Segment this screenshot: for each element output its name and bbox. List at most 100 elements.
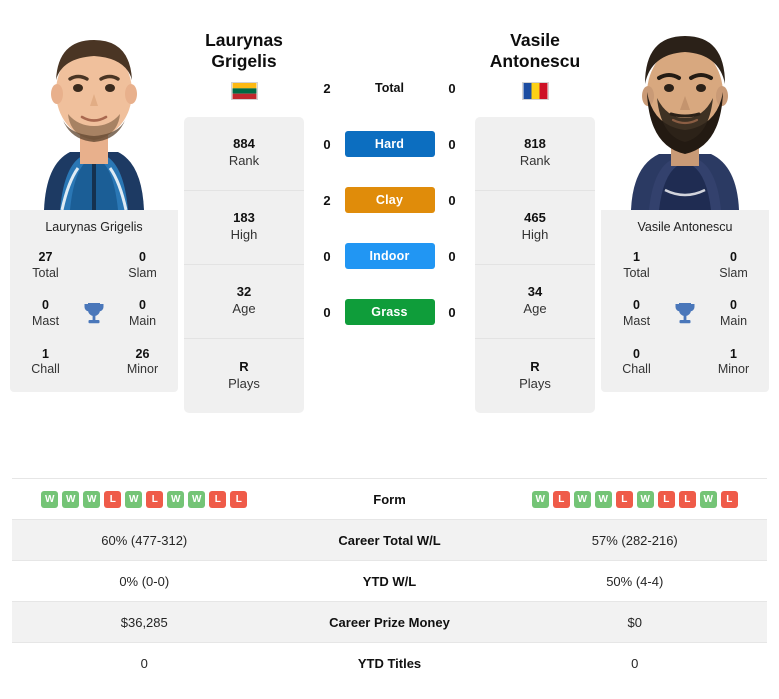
titles-slam-left: 0 Slam — [113, 250, 172, 281]
titles-main-value-left: 0 — [139, 298, 146, 313]
trophy-icon-right — [666, 301, 704, 327]
h2h-total-left-score: 2 — [323, 80, 331, 96]
titles-main-left: 0 Main — [113, 298, 172, 329]
trophy-icon-left-glyph — [84, 302, 104, 324]
stat-rank-value-left: 884 — [233, 136, 255, 152]
stat-column-left: Laurynas Grigelis 884 Rank 183 High 32 A… — [184, 14, 304, 413]
form-badge-right-9: L — [720, 490, 738, 508]
stat-plays-label-left: Plays — [228, 375, 260, 391]
player-heading-right: Vasile Antonescu — [475, 14, 595, 100]
table-row-career-prize-money: $36,285 Career Prize Money $0 — [12, 601, 767, 642]
stat-high-label-left: High — [230, 227, 258, 243]
titles-minor-right: 1 Minor — [704, 347, 763, 378]
form-badge-left-0: W — [41, 490, 59, 508]
titles-main-label-left: Main — [128, 313, 157, 328]
form-badge-left-9: L — [230, 490, 248, 508]
titles-slam-label-right: Slam — [719, 265, 748, 280]
form-badge-right-1: L — [552, 490, 570, 508]
h2h-row-hard: 0 Hard 0 — [310, 116, 469, 172]
titles-chall-value-right: 0 — [633, 346, 640, 361]
stat-column-right: Vasile Antonescu 818 Rank 465 High 34 Ag… — [475, 14, 595, 413]
player-photo-left — [10, 14, 178, 210]
stat-rank-right: 818 Rank — [475, 117, 595, 191]
player-name-line1-right: Vasile — [510, 30, 560, 50]
surface-badge-clay[interactable]: Clay — [344, 187, 435, 213]
player-portrait-left-illustration — [10, 14, 178, 210]
titles-slam-value-right: 0 — [730, 250, 737, 264]
player-comparison-page: Laurynas Grigelis 27 Total 0 Slam 0 Mast — [0, 0, 779, 699]
stat-plays-right: R Plays — [475, 339, 595, 413]
stat-rank-value-right: 818 — [524, 136, 546, 152]
player-card-left[interactable]: Laurynas Grigelis 27 Total 0 Slam 0 Mast — [10, 14, 178, 392]
titles-total-value-right: 1 — [633, 250, 640, 264]
table-row-label-career-total-wl: Career Total W/L — [338, 532, 441, 548]
titles-main-value-right: 0 — [730, 298, 737, 313]
comparison-stats-table: WWWLWLWWLL Form WLWWLWLLWL 60% (477-312)… — [12, 478, 767, 683]
player-heading-left: Laurynas Grigelis — [184, 14, 304, 100]
table-row-ytd-titles: 0 YTD Titles 0 — [12, 642, 767, 683]
player-name-line2-left: Grigelis — [211, 51, 277, 72]
form-cell-left: WWWLWLWWLL — [12, 490, 277, 508]
h2h-row-total: 2 Total 0 — [310, 60, 469, 116]
ytd-wl-right: 50% (4-4) — [606, 573, 664, 589]
h2h-row-indoor: 0 Indoor 0 — [310, 228, 469, 284]
stat-age-right: 34 Age — [475, 265, 595, 339]
stat-age-value-right: 34 — [527, 284, 543, 300]
titles-mast-value-right: 0 — [633, 298, 640, 313]
player-card-right[interactable]: Vasile Antonescu 1 Total 0 Slam 0 Mast 0… — [601, 14, 769, 392]
career-total-wl-right: 57% (282-216) — [591, 532, 678, 548]
h2h-clay-left-score: 2 — [323, 192, 331, 208]
titles-minor-label-left: Minor — [126, 362, 159, 377]
stat-rank-left: 884 Rank — [184, 117, 304, 191]
stat-plays-label-right: Plays — [519, 375, 551, 391]
form-badge-left-3: L — [104, 490, 122, 508]
titles-main-right: 0 Main — [704, 298, 763, 329]
titles-mast-value-left: 0 — [42, 298, 49, 313]
stat-rank-label-left: Rank — [228, 153, 260, 169]
career-total-wl-left: 60% (477-312) — [101, 532, 188, 548]
form-badge-right-8: W — [699, 490, 717, 508]
titles-grid-left: 27 Total 0 Slam 0 Mast 0 Main 1 Chall 26… — [16, 250, 172, 378]
surface-badge-grass[interactable]: Grass — [344, 299, 435, 325]
flag-wrap-right — [475, 81, 595, 100]
stat-plays-left: R Plays — [184, 339, 304, 413]
stat-plays-value-left: R — [239, 358, 249, 374]
form-badge-left-7: W — [188, 490, 206, 508]
h2h-total-mid: Total — [344, 81, 435, 95]
career-prize-money-left: $36,285 — [120, 614, 168, 630]
h2h-indoor-mid: Indoor — [344, 243, 435, 269]
table-row-ytd-wl: 0% (0-0) YTD W/L 50% (4-4) — [12, 560, 767, 601]
career-prize-money-right: $0 — [627, 614, 642, 630]
titles-mast-label-left: Mast — [31, 313, 60, 328]
h2h-hard-left-score: 0 — [323, 136, 331, 152]
titles-minor-value-right: 1 — [730, 346, 737, 361]
h2h-grass-left-score: 0 — [323, 304, 331, 320]
form-badge-right-4: L — [615, 490, 633, 508]
h2h-total-label: Total — [375, 81, 404, 95]
titles-chall-value-left: 1 — [42, 346, 49, 361]
form-badge-left-8: L — [209, 490, 227, 508]
stat-box-left: 884 Rank 183 High 32 Age R Plays — [184, 116, 304, 413]
player-titles-panel-left: Laurynas Grigelis 27 Total 0 Slam 0 Mast — [10, 210, 178, 392]
h2h-indoor-right-score: 0 — [448, 248, 456, 264]
form-badge-left-2: W — [83, 490, 101, 508]
titles-main-label-right: Main — [719, 313, 748, 328]
stat-plays-value-right: R — [530, 358, 540, 374]
titles-slam-right: 0 Slam — [704, 250, 763, 281]
titles-total-label-right: Total — [623, 265, 650, 280]
head-to-head-column: 2 Total 0 0 Hard 0 2 Clay 0 0 Indoor 0 0… — [310, 14, 469, 340]
surface-badge-indoor[interactable]: Indoor — [344, 243, 435, 269]
trophy-icon-left — [75, 301, 113, 327]
titles-minor-value-left: 26 — [135, 346, 150, 361]
player-titles-panel-right: Vasile Antonescu 1 Total 0 Slam 0 Mast 0… — [601, 210, 769, 392]
player-photo-right — [601, 14, 769, 210]
ytd-titles-left: 0 — [140, 655, 148, 671]
titles-grid-right: 1 Total 0 Slam 0 Mast 0 Main 0 Chall 1 M… — [607, 250, 763, 378]
table-row-label-career-prize-money: Career Prize Money — [329, 614, 450, 630]
form-cell-right: WLWWLWLLWL — [503, 490, 768, 508]
titles-minor-left: 26 Minor — [113, 347, 172, 378]
surface-badge-hard[interactable]: Hard — [344, 131, 435, 157]
player-card-name-left: Laurynas Grigelis — [45, 220, 143, 234]
titles-chall-right: 0 Chall — [607, 347, 666, 378]
form-badge-right-0: W — [531, 490, 549, 508]
